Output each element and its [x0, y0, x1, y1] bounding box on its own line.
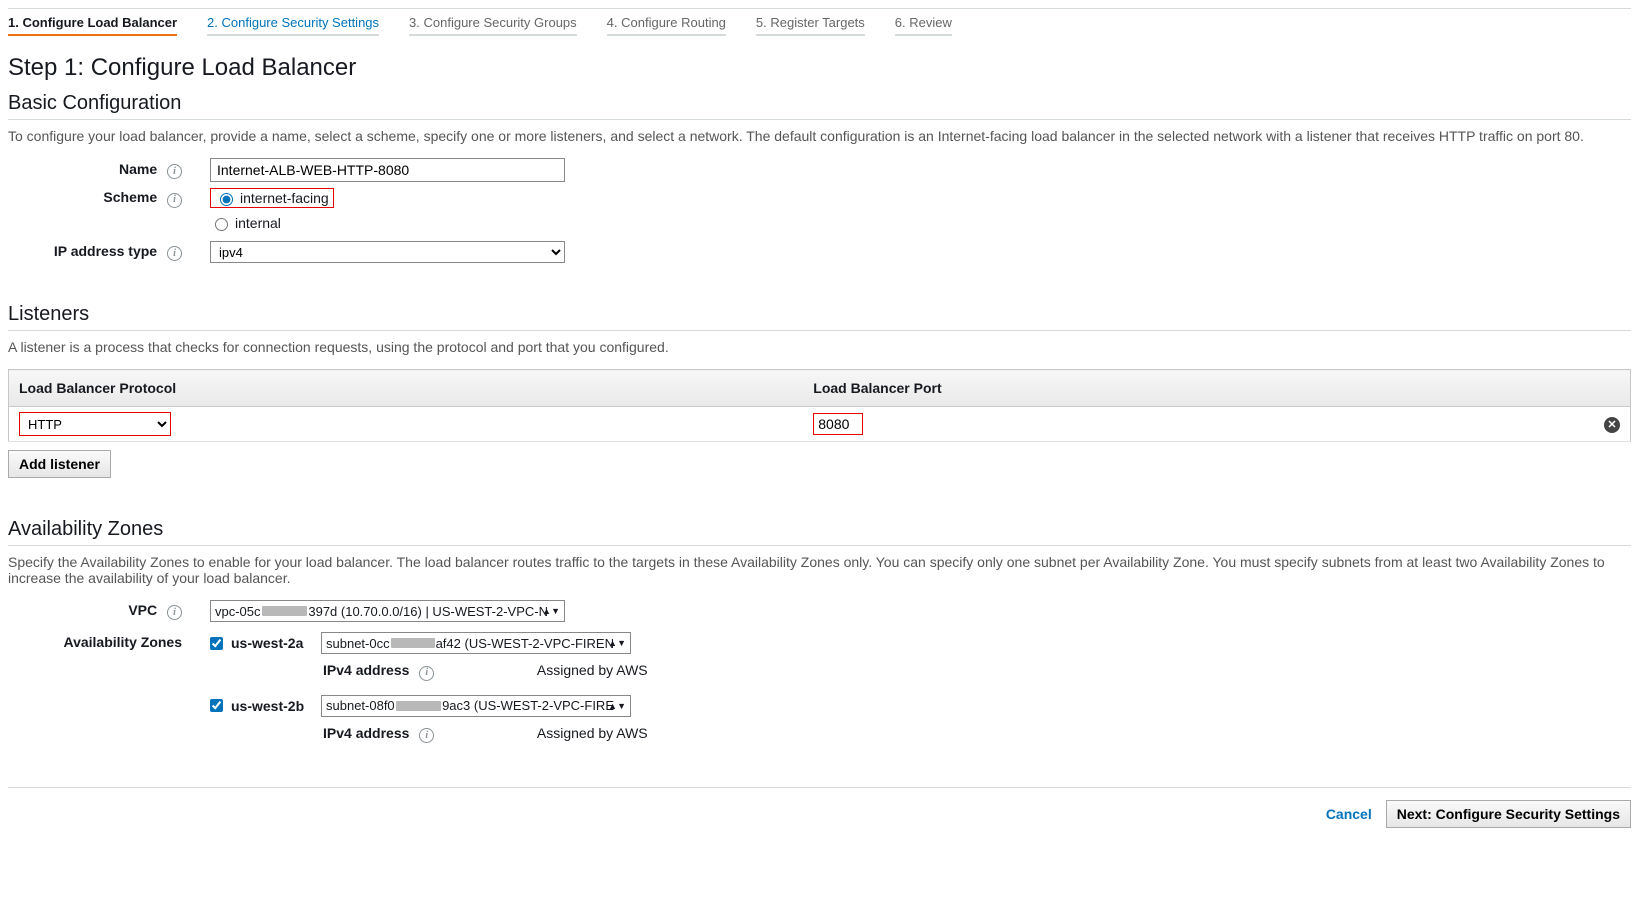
ipv4-address-label: IPv4 address i: [323, 725, 473, 744]
subnet-select-us-west-2b[interactable]: subnet-08f09ac3 (US-WEST-2-VPC-FIRE ▲▼: [321, 695, 631, 717]
scheme-option-internal-label: internal: [235, 215, 281, 231]
highlight-box: HTTP: [19, 412, 171, 436]
cancel-button[interactable]: Cancel: [1326, 806, 1372, 822]
divider: [8, 119, 1631, 120]
az-description: Specify the Availability Zones to enable…: [8, 554, 1631, 586]
wizard-step-5[interactable]: 5. Register Targets: [756, 9, 865, 36]
section-title-listeners: Listeners: [8, 303, 1631, 326]
section-title-basic: Basic Configuration: [8, 92, 1631, 115]
listener-row: HTTP ✕: [9, 407, 1631, 442]
info-icon[interactable]: i: [167, 246, 182, 261]
vpc-select[interactable]: vpc-05c397d (10.70.0.0/16) | US-WEST-2-V…: [210, 600, 565, 622]
wizard-step-3[interactable]: 3. Configure Security Groups: [409, 9, 577, 36]
chevron-updown-icon: ▲▼: [608, 638, 626, 648]
next-button[interactable]: Next: Configure Security Settings: [1386, 800, 1631, 828]
az-checkbox-us-west-2b[interactable]: [210, 699, 223, 712]
name-label: Name i: [8, 161, 188, 180]
ip-type-select[interactable]: ipv4: [210, 241, 565, 263]
ip-type-label: IP address type i: [8, 243, 188, 262]
info-icon[interactable]: i: [419, 728, 434, 743]
wizard-step-2[interactable]: 2. Configure Security Settings: [207, 9, 379, 36]
highlight-box: [813, 413, 863, 435]
az-name: us-west-2b: [231, 698, 321, 714]
scheme-label: Scheme i: [8, 189, 188, 208]
col-protocol: Load Balancer Protocol: [9, 370, 804, 407]
info-icon[interactable]: i: [419, 666, 434, 681]
listeners-description: A listener is a process that checks for …: [8, 339, 1631, 355]
wizard-steps: 1. Configure Load Balancer 2. Configure …: [8, 8, 1631, 36]
footer-bar: Cancel Next: Configure Security Settings: [8, 787, 1631, 828]
section-title-az: Availability Zones: [8, 518, 1631, 541]
chevron-updown-icon: ▲▼: [542, 606, 560, 616]
vpc-label: VPC i: [8, 602, 188, 621]
info-icon[interactable]: i: [167, 193, 182, 208]
ipv4-assigned-value: Assigned by AWS: [537, 725, 648, 741]
scheme-option-internet-label: internet-facing: [240, 190, 329, 206]
highlight-box: internet-facing: [210, 188, 334, 208]
basic-description: To configure your load balancer, provide…: [8, 128, 1631, 144]
az-name: us-west-2a: [231, 635, 321, 651]
add-listener-button[interactable]: Add listener: [8, 450, 111, 478]
col-port: Load Balancer Port: [803, 370, 1594, 407]
ipv4-address-label: IPv4 address i: [323, 662, 473, 681]
wizard-step-6[interactable]: 6. Review: [895, 9, 952, 36]
scheme-radio-internet-facing[interactable]: [220, 193, 233, 206]
name-input[interactable]: [210, 158, 565, 182]
page-title: Step 1: Configure Load Balancer: [8, 54, 1631, 82]
listeners-table: Load Balancer Protocol Load Balancer Por…: [8, 369, 1631, 442]
listener-protocol-select[interactable]: HTTP: [20, 413, 170, 435]
info-icon[interactable]: i: [167, 164, 182, 179]
ipv4-assigned-value: Assigned by AWS: [537, 662, 648, 678]
scheme-radio-internal[interactable]: [215, 218, 228, 231]
az-checkbox-us-west-2a[interactable]: [210, 637, 223, 650]
subnet-select-us-west-2a[interactable]: subnet-0ccaf42 (US-WEST-2-VPC-FIREN ▲▼: [321, 632, 631, 654]
info-icon[interactable]: i: [167, 605, 182, 620]
divider: [8, 330, 1631, 331]
wizard-step-4[interactable]: 4. Configure Routing: [607, 9, 726, 36]
remove-listener-icon[interactable]: ✕: [1604, 417, 1620, 433]
divider: [8, 545, 1631, 546]
wizard-step-1[interactable]: 1. Configure Load Balancer: [8, 9, 177, 36]
az-label: Availability Zones: [8, 632, 188, 650]
listener-port-input[interactable]: [814, 414, 862, 434]
chevron-updown-icon: ▲▼: [608, 701, 626, 711]
